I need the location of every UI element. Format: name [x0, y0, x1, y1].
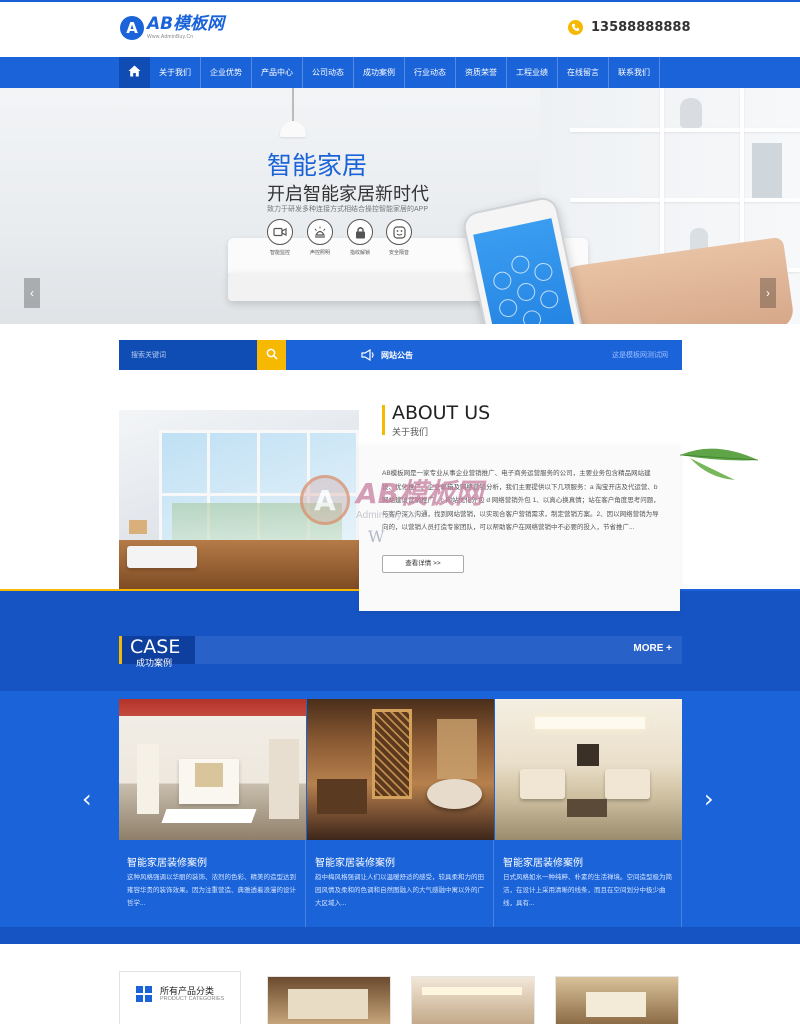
hero-banner: 智能家居 开启智能家居新时代 致力于研发多种连接方式相结合操控智能家居的APP … — [0, 88, 800, 324]
case-more-link[interactable]: MORE + — [633, 643, 672, 654]
feature-monitoring: 智能监控 — [265, 219, 295, 256]
header: A AB模板网 Www.AdminBuy.Cn 13588888888 — [0, 2, 800, 57]
case-image — [307, 699, 494, 840]
product-thumbnail[interactable] — [411, 976, 535, 1024]
case-image — [119, 699, 306, 840]
nav-item-cases[interactable]: 成功案例 — [354, 57, 405, 88]
lamp-icon — [307, 219, 333, 245]
main-nav: 关于我们 企业优势 产品中心 公司动态 成功案例 行业动态 资质荣誉 工程业绩 … — [0, 57, 800, 88]
nav-item-projects[interactable]: 工程业绩 — [507, 57, 558, 88]
case-header-bar — [119, 636, 682, 664]
watermark-extra: W — [368, 527, 385, 546]
banner-subtitle: 开启智能家居新时代 — [267, 184, 429, 205]
nav-item-advantages[interactable]: 企业优势 — [201, 57, 252, 88]
logo-mark: A — [120, 16, 144, 40]
nav-item-company-news[interactable]: 公司动态 — [303, 57, 354, 88]
about-subtitle: 关于我们 — [392, 427, 429, 437]
watermark-subtitle: AdminBuy.Cn — [356, 509, 417, 521]
case-description: 日式风格如水一种纯粹、朴素的生活禅境。空间造型极为简洁，在设计上采用清晰的线条，… — [503, 874, 672, 907]
logo-subtitle: Www.AdminBuy.Cn — [147, 34, 194, 40]
case-description: 趋中梅风格强调让人们以温暖舒适的感受，较具柔和力的田园风情及柔和的色调和自然图融… — [315, 874, 484, 907]
case-card[interactable]: 智能家居装修案例 日式风格如水一种纯粹、朴素的生活禅境。空间造型极为简洁，在设计… — [495, 699, 682, 927]
banner-next-button[interactable]: › — [760, 278, 776, 308]
case-card[interactable]: 智能家居装修案例 趋中梅风格强调让人们以温暖舒适的感受，较具柔和力的田园风情及柔… — [307, 699, 494, 927]
phone-icon — [568, 20, 583, 35]
search-notice-bar: 网站公告 这是模板网测试网 — [119, 340, 682, 370]
product-categories-subtitle: PRODUCT CATEGORIES — [160, 996, 225, 1002]
product-categories-header: 所有产品分类 PRODUCT CATEGORIES — [119, 971, 241, 1024]
logo-title: AB模板网 — [147, 14, 225, 34]
chevron-left-icon: ‹ — [82, 785, 92, 813]
feature-label: 指纹解锁 — [349, 250, 370, 256]
watermark: A AB模板网 AdminBuy.Cn — [300, 475, 483, 525]
about-more-button[interactable]: 查看详情 >> — [382, 555, 464, 573]
product-thumbnail[interactable] — [555, 976, 679, 1024]
search-icon — [266, 348, 278, 363]
case-prev-button[interactable]: ‹ — [82, 785, 92, 813]
camera-icon — [267, 219, 293, 245]
search-button[interactable] — [257, 340, 286, 370]
logo[interactable]: A AB模板网 Www.AdminBuy.Cn — [120, 16, 224, 40]
feature-lighting: 声控照明 — [305, 219, 335, 256]
nav-item-message[interactable]: 在线留言 — [558, 57, 609, 88]
phone-contact: 13588888888 — [568, 20, 691, 35]
case-next-button[interactable]: › — [704, 785, 714, 813]
megaphone-icon — [361, 348, 375, 364]
nav-item-about[interactable]: 关于我们 — [150, 57, 201, 88]
case-subtitle: 成功案例 — [136, 658, 173, 668]
nav-item-products[interactable]: 产品中心 — [252, 57, 303, 88]
case-title: CASE — [130, 636, 181, 658]
about-card: AB模板网是一家专业从事企业营销推广、电子商务运营服务的公司，主要业务包含精品网… — [359, 445, 680, 611]
home-icon — [128, 65, 141, 80]
banner-prev-button[interactable]: ‹ — [24, 278, 40, 308]
product-thumbnail[interactable] — [267, 976, 391, 1024]
chevron-right-icon: › — [766, 286, 770, 300]
feature-fingerprint: 指纹解锁 — [345, 219, 375, 256]
leaf-decoration — [680, 448, 759, 480]
about-accent-bar — [382, 405, 385, 435]
case-card[interactable]: 智能家居装修案例 这种风格强调以华丽的装饰、浓烈的色彩、精美的造型达到雍容华贵的… — [119, 699, 306, 927]
watermark-mark: A — [300, 475, 350, 525]
feature-label: 安全隔音 — [388, 250, 409, 256]
feature-label: 智能监控 — [269, 250, 290, 256]
chevron-right-icon: › — [704, 785, 714, 813]
banner-lamp — [280, 121, 306, 137]
feature-label: 声控照明 — [309, 250, 330, 256]
search-input[interactable] — [119, 340, 257, 370]
banner-title: 智能家居 — [267, 151, 368, 180]
about-title: ABOUT US — [392, 402, 491, 424]
nav-item-contact[interactable]: 联系我们 — [609, 57, 660, 88]
watermark-title: AB模板网 — [356, 476, 484, 510]
case-image — [495, 699, 682, 840]
nav-home[interactable] — [119, 57, 150, 88]
case-accent-line — [0, 589, 359, 591]
nav-item-industry-news[interactable]: 行业动态 — [405, 57, 456, 88]
nav-item-honors[interactable]: 资质荣誉 — [456, 57, 507, 88]
case-name: 智能家居装修案例 — [127, 858, 207, 869]
case-name: 智能家居装修案例 — [315, 858, 395, 869]
shield-icon — [386, 219, 412, 245]
notice-text[interactable]: 这是模板网测试网 — [612, 350, 668, 360]
chevron-left-icon: ‹ — [30, 286, 34, 300]
banner-tagline: 致力于研发多种连接方式相结合操控智能家居的APP — [267, 206, 429, 213]
feature-soundproof: 安全隔音 — [384, 219, 414, 256]
phone-number: 13588888888 — [591, 20, 691, 35]
case-description: 这种风格强调以华丽的装饰、浓烈的色彩、精美的造型达到雍容华贵的装饰效果。因为注重… — [127, 874, 296, 907]
case-name: 智能家居装修案例 — [503, 858, 583, 869]
notice-label: 网站公告 — [381, 351, 413, 360]
grid-icon — [136, 986, 152, 1002]
lock-icon — [347, 219, 373, 245]
